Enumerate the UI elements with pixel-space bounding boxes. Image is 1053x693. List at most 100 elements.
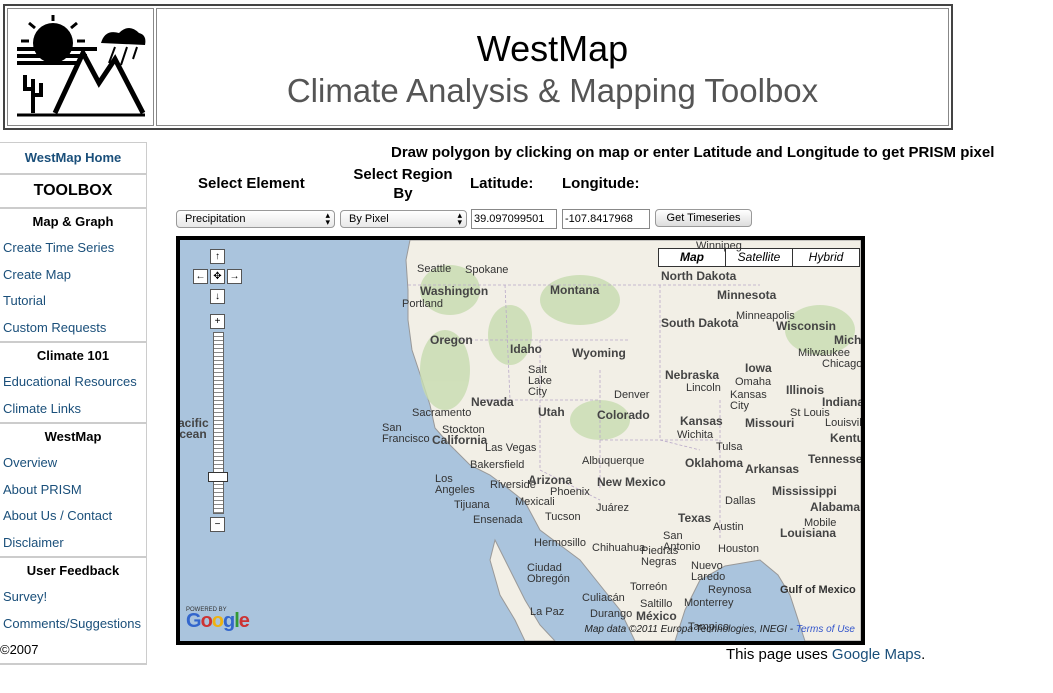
map-label-city: Phoenix [550,486,590,498]
select-region-label: Select Region By [348,165,458,203]
map-label-state: Alabama [810,500,861,514]
map-label-city: Tucson [545,511,581,523]
map-type-hybrid[interactable]: Hybrid [793,249,859,266]
map-label-state: Iowa [745,361,772,375]
map-label-city: Mexicali [515,496,555,508]
map-label-state: Washington [420,284,489,298]
pan-left-button[interactable]: ← [193,269,208,284]
footer-note-suffix: . [921,646,926,663]
map-label-state: Arkansas [745,462,800,476]
latitude-input[interactable]: 39.097099501 [471,209,557,229]
map-label-city: Juárez [596,502,630,514]
sidebar-item-climate-links[interactable]: Climate Links [0,396,146,423]
map-label-city: Torreón [630,581,668,593]
map-label-city: Louisville [825,417,861,429]
map-label-state: Nebraska [665,368,720,382]
footer-note: This page uses Google Maps. [726,646,925,663]
select-arrows-icon: ▴ ▾ [325,210,330,227]
select-element-label: Select Element [198,175,305,192]
map-label-state: Kansas [680,414,723,428]
sidebar-item-comments-suggestions[interactable]: Comments/Suggestions [0,611,146,638]
map-label-state: Texas [678,511,712,525]
zoom-in-button[interactable]: + [210,314,225,329]
sidebar-item-tutorial[interactable]: Tutorial [0,288,146,315]
map-label-city: Portland [402,298,443,310]
map-label-city: Bakersfield [470,459,525,471]
map-label-state: Idaho [510,342,542,356]
map-canvas[interactable]: ↑ ← ✥ → ↓ + − Map Satellite Hybrid Washi… [180,240,861,641]
zoom-out-button[interactable]: − [210,517,225,532]
map-label-state: Michi [834,333,861,347]
map-label-city: Austin [713,521,744,533]
map-label-city: Kansas City [730,389,767,412]
map-label-state: Utah [538,405,565,419]
zoom-slider-handle[interactable] [208,472,228,482]
sidebar-item-disclaimer[interactable]: Disclaimer [0,530,146,557]
sidebar-heading-westmap: WestMap [0,422,146,450]
sidebar-nav: WestMap Home TOOLBOX Map & Graph Create … [0,142,147,665]
select-arrows-icon: ▴ ▾ [457,210,462,227]
map-label-state: North Dakota [661,269,737,283]
logo [7,8,154,126]
sidebar-item-educational-resources[interactable]: Educational Resources [0,369,146,396]
desert-mountain-logo-icon [16,15,145,117]
terms-of-use-link[interactable]: Terms of Use [796,624,855,635]
sidebar-heading-map-graph: Map & Graph [0,207,146,235]
zoom-slider-track[interactable] [213,332,224,514]
sidebar-item-custom-requests[interactable]: Custom Requests [0,315,146,342]
map-label-city: Denver [614,389,650,401]
map-label-city: Omaha [735,376,772,388]
map-label-state: Tennessee [808,452,861,466]
map-label-city: Reynosa [708,584,752,596]
sidebar-item-westmap-home[interactable]: WestMap Home [0,142,146,173]
map-label-city: St Louis [790,407,830,419]
map-label-city: Stockton [442,424,485,436]
google-map[interactable]: ↑ ← ✥ → ↓ + − Map Satellite Hybrid Washi… [176,236,865,645]
pan-center-button[interactable]: ✥ [210,269,225,284]
sidebar-item-create-time-series[interactable]: Create Time Series [0,235,146,262]
map-label-city: Wichita [677,429,714,441]
map-type-control: Map Satellite Hybrid [658,248,860,267]
footer-note-prefix: This page uses [726,646,832,663]
instructions-text: Draw polygon by clicking on map or enter… [391,144,995,161]
pan-up-button[interactable]: ↑ [210,249,225,264]
map-label-state: Colorado [597,408,650,422]
sidebar-item-overview[interactable]: Overview [0,450,146,477]
map-label-state: New Mexico [597,475,666,489]
map-label-gulf: Gulf of Mexico [780,584,856,596]
sidebar-item-survey[interactable]: Survey! [0,584,146,611]
map-label-city: Durango [590,608,633,620]
sidebar-item-about-us-contact[interactable]: About Us / Contact [0,503,146,530]
map-label-city: Mobile [804,517,837,529]
pan-down-button[interactable]: ↓ [210,289,225,304]
longitude-label: Longitude: [562,175,640,192]
longitude-input[interactable]: -107.8417968 [562,209,650,229]
map-label-state: Mississippi [772,484,837,498]
site-title: WestMap [476,28,629,69]
map-label-city: México [636,609,677,623]
map-label-city: Las Vegas [485,442,537,454]
map-label-city: Monterrey [684,597,734,609]
map-label-city: Nuevo Laredo [691,560,726,583]
sidebar-item-about-prism[interactable]: About PRISM [0,477,146,504]
map-label-city: Minneapolis [736,310,795,322]
element-select-value: Precipitation [185,213,246,225]
sidebar-item-create-map[interactable]: Create Map [0,262,146,289]
google-maps-link[interactable]: Google Maps [832,646,921,663]
element-select[interactable]: Precipitation ▴ ▾ [176,210,335,228]
get-timeseries-button[interactable]: Get Timeseries [655,209,752,227]
region-select[interactable]: By Pixel ▴ ▾ [340,210,467,228]
map-attribution-text: Map data ©2011 Europa Technologies, INEG… [584,624,796,635]
pan-right-button[interactable]: → [227,269,242,284]
map-label-city: Riverside [490,479,536,491]
google-logo[interactable]: Google [186,610,250,633]
site-header: WestMap Climate Analysis & Mapping Toolb… [3,4,953,130]
map-label-state: Minnesota [717,288,777,302]
map-label-city: Winnipeg [696,240,742,252]
map-label-state: Kentu [830,431,861,445]
select-region-label-line2: By [393,185,413,202]
map-label-city: Chihuahua [592,542,646,554]
map-label-city: Tulsa [716,441,743,453]
map-attribution: Map data ©2011 Europa Technologies, INEG… [585,624,855,635]
map-label-city: Spokane [465,264,509,276]
